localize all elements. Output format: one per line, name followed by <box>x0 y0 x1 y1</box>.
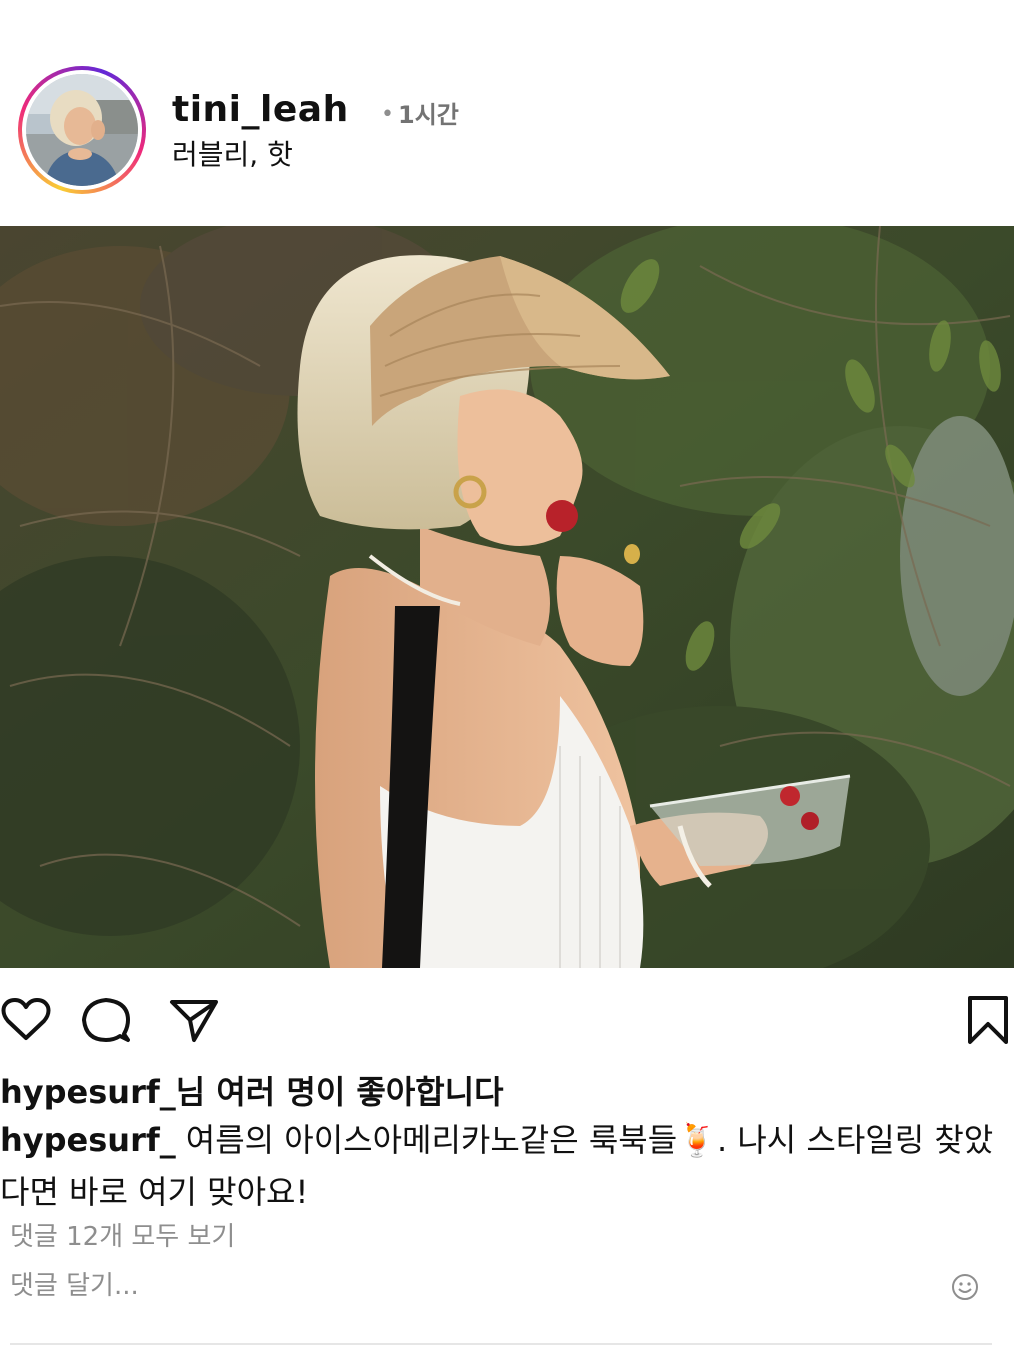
time-separator: • <box>381 102 394 127</box>
bookmark-icon[interactable] <box>962 994 1014 1046</box>
post-time: 1시간 <box>398 101 459 129</box>
post-username[interactable]: tini_leah <box>172 88 349 132</box>
post-photo[interactable] <box>0 226 1014 968</box>
share-icon[interactable] <box>168 994 220 1046</box>
comment-icon[interactable] <box>80 994 132 1046</box>
divider <box>10 1343 992 1345</box>
caption-username[interactable]: hypesurf_ <box>0 1121 176 1159</box>
caption-text: 여름의 아이스아메리카노같은 룩북들 <box>185 1121 678 1159</box>
post-caption: hypesurf_ 여름의 아이스아메리카노같은 룩북들🍹. 나시 스타일링 찾았… <box>0 1114 1000 1218</box>
post-location[interactable]: 러블리, 핫 <box>172 136 293 174</box>
likes-username[interactable]: hypesurf_ <box>0 1073 176 1111</box>
likes-text: 님 여러 명이 좋아합니다 <box>175 1073 504 1111</box>
post-header: tini_leah • 1시간 러블리, 핫 <box>0 0 1014 226</box>
likes-summary[interactable]: hypesurf_님 여러 명이 좋아합니다 <box>0 1070 504 1114</box>
heart-icon[interactable] <box>0 994 52 1046</box>
action-bar <box>0 968 1014 1068</box>
view-all-comments-link[interactable]: 댓글 12개 모두 보기 <box>10 1217 235 1257</box>
smiley-icon[interactable] <box>950 1272 980 1302</box>
story-ring[interactable] <box>18 66 146 194</box>
cocktail-emoji: 🍹 <box>677 1121 718 1159</box>
comment-input[interactable] <box>10 1266 910 1306</box>
avatar[interactable] <box>26 74 138 186</box>
